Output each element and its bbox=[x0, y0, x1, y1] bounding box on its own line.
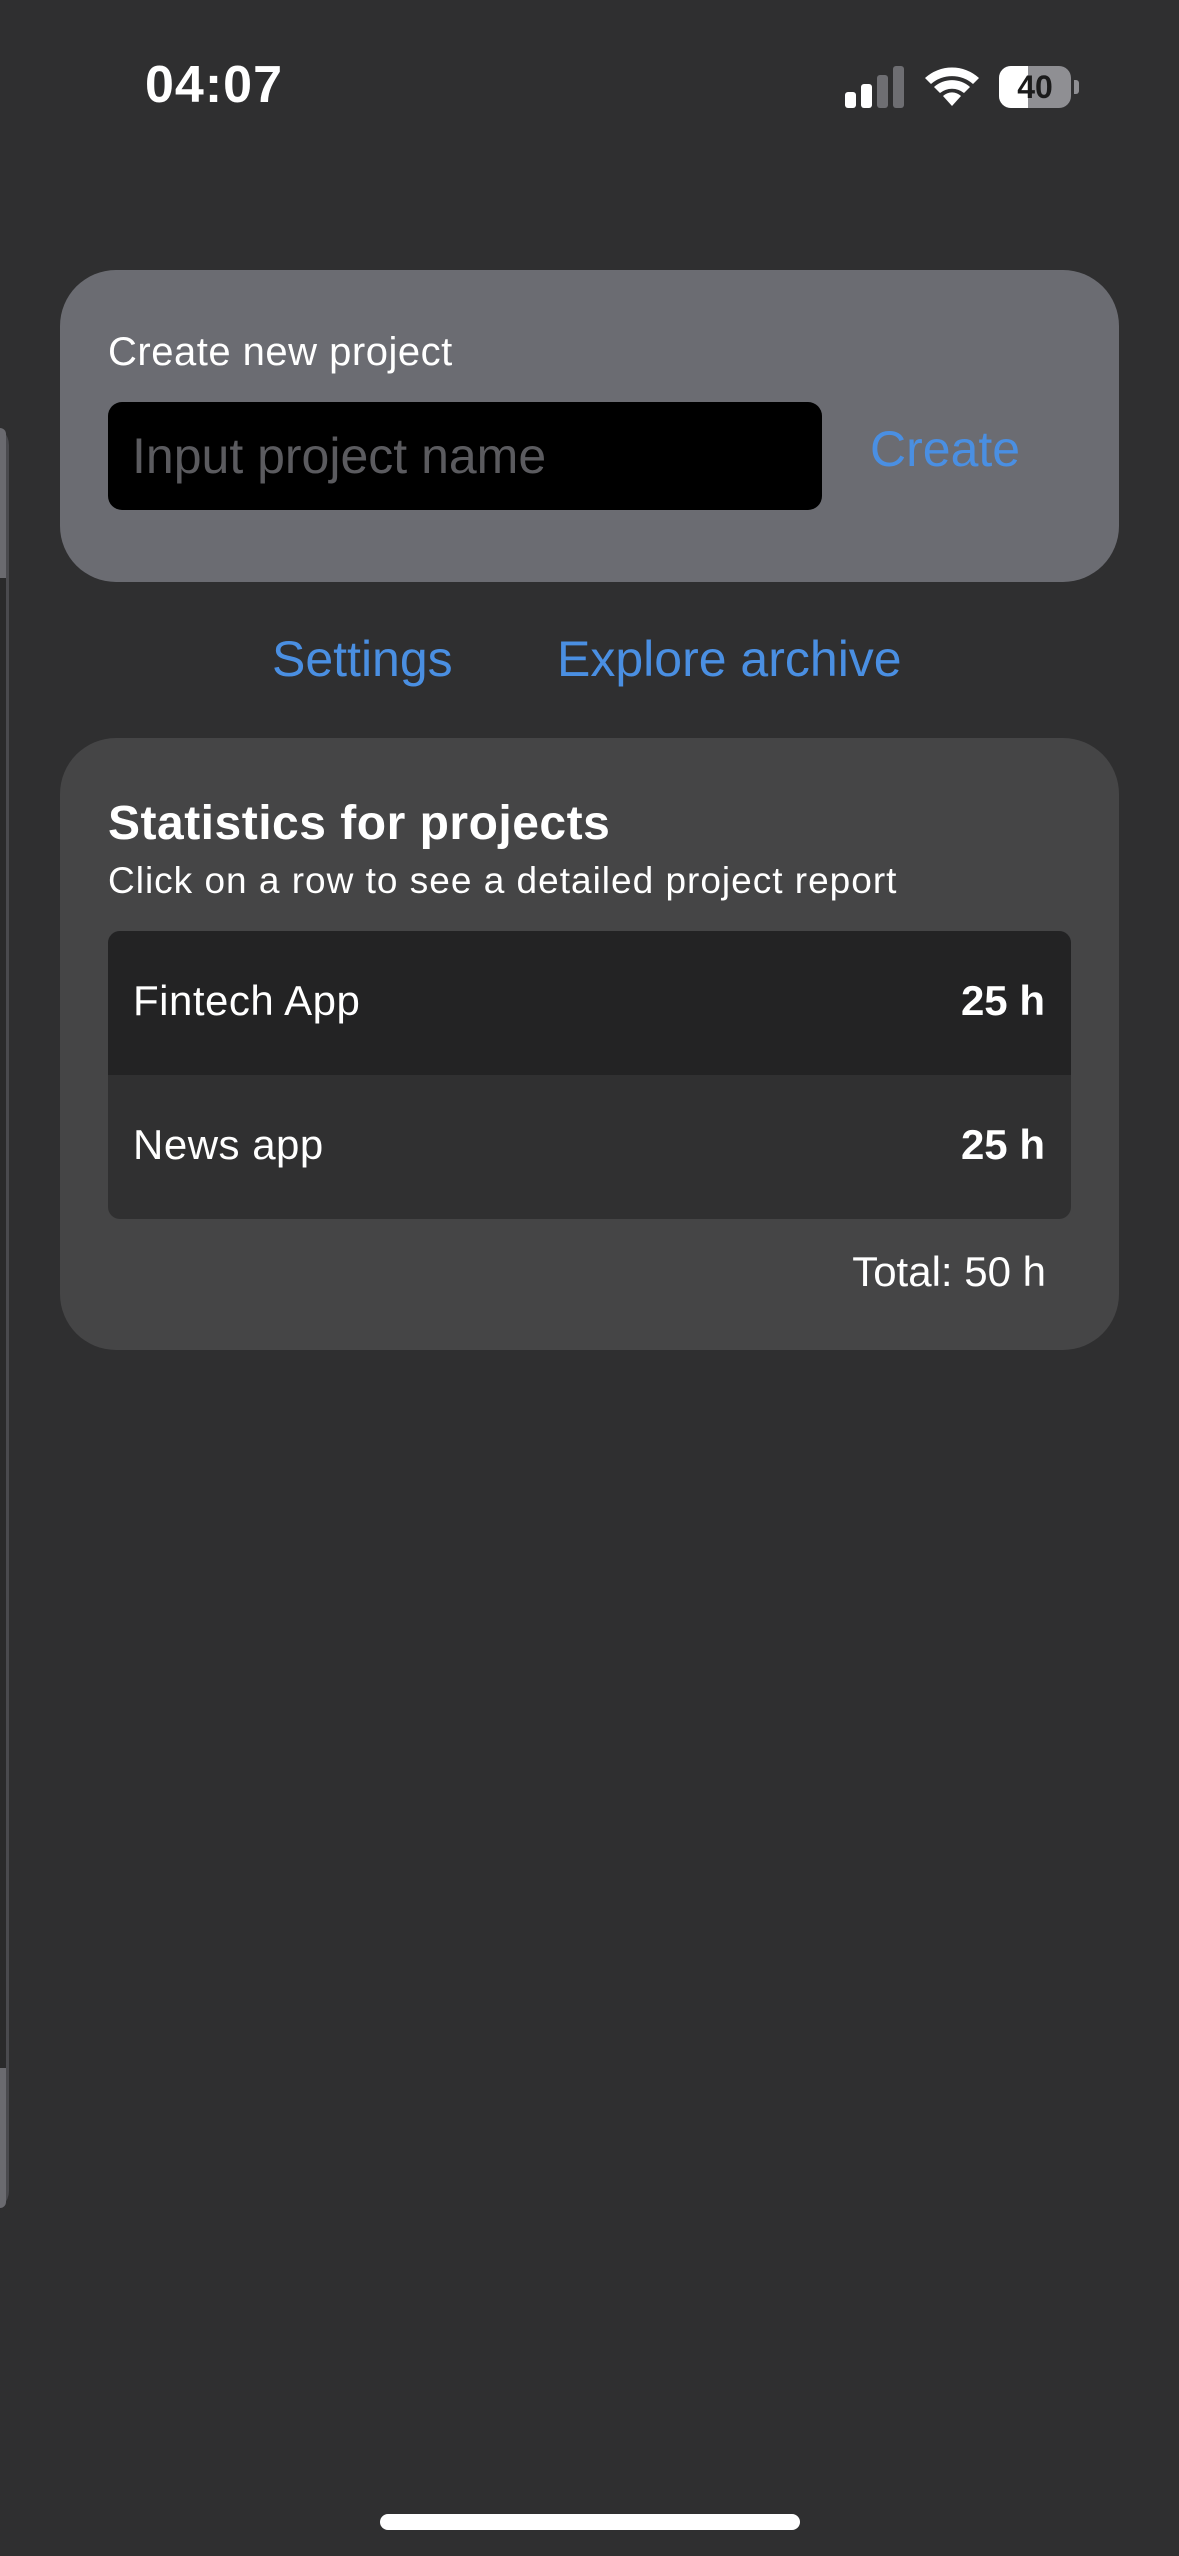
sheet-edge-highlight bbox=[0, 428, 6, 578]
create-button[interactable]: Create bbox=[870, 420, 1020, 478]
project-row-fintech-app[interactable]: Fintech App 25 h bbox=[108, 931, 1071, 1075]
status-time: 04:07 bbox=[145, 56, 283, 114]
create-project-card: Create new project Create bbox=[60, 270, 1119, 582]
project-row-news-app[interactable]: News app 25 h bbox=[108, 1075, 1071, 1219]
battery-tip bbox=[1074, 80, 1079, 94]
home-indicator[interactable] bbox=[380, 2514, 800, 2530]
battery-icon: 40 bbox=[999, 66, 1079, 108]
background-sheet-edge bbox=[0, 425, 9, 2211]
statistics-title: Statistics for projects bbox=[108, 797, 611, 850]
battery-body: 40 bbox=[999, 66, 1071, 108]
statistics-total: Total: 50 h bbox=[852, 1248, 1046, 1295]
project-name-input[interactable] bbox=[108, 402, 822, 510]
project-hours: 25 h bbox=[960, 1121, 1045, 1168]
status-bar: 04:07 40 bbox=[0, 0, 1179, 160]
battery-level: 40 bbox=[1017, 69, 1053, 105]
sheet-edge-highlight bbox=[0, 2068, 6, 2208]
statistics-table: Fintech App 25 h News app 25 h bbox=[108, 931, 1071, 1219]
wifi-icon bbox=[925, 67, 979, 106]
project-name: News app bbox=[133, 1121, 324, 1168]
project-hours: 25 h bbox=[960, 977, 1045, 1024]
explore-archive-link[interactable]: Explore archive bbox=[557, 630, 902, 688]
create-project-title: Create new project bbox=[108, 330, 453, 374]
statistics-card: Statistics for projects Click on a row t… bbox=[60, 738, 1119, 1350]
statistics-subtitle: Click on a row to see a detailed project… bbox=[108, 860, 898, 901]
project-name: Fintech App bbox=[133, 977, 361, 1024]
cellular-signal-icon bbox=[845, 66, 905, 108]
settings-link[interactable]: Settings bbox=[272, 630, 453, 688]
